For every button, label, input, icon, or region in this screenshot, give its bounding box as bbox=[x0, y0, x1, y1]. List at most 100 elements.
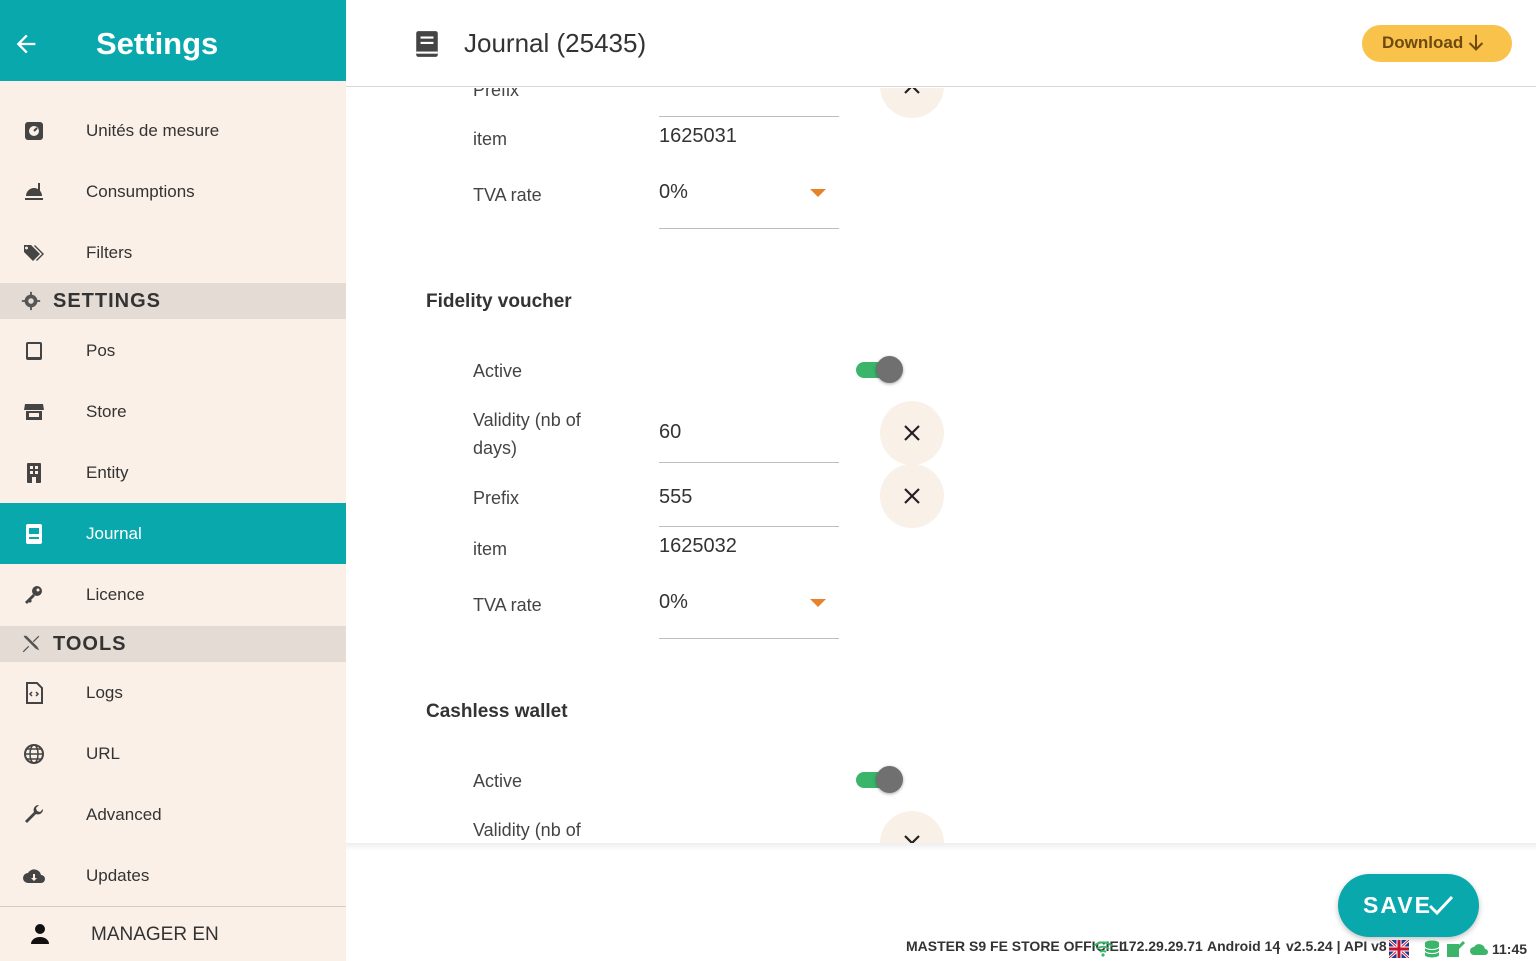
close-icon bbox=[904, 835, 920, 843]
clear-prefix-button[interactable] bbox=[880, 464, 944, 528]
section-cashless-wallet: Cashless wallet bbox=[426, 701, 568, 722]
building-icon bbox=[27, 462, 41, 483]
item-label: item bbox=[473, 129, 508, 149]
sidebar-item-store[interactable]: Store bbox=[0, 381, 346, 442]
prefix-field-partial[interactable] bbox=[659, 88, 839, 118]
wrench-icon bbox=[25, 804, 44, 823]
bottom-separator bbox=[346, 843, 1536, 851]
validity-days-input[interactable]: 60 bbox=[659, 421, 839, 463]
tablet-icon bbox=[26, 341, 42, 360]
cashless-active-toggle[interactable] bbox=[856, 766, 904, 794]
sidebar-item-label: URL bbox=[86, 743, 121, 763]
section-label: SETTINGS bbox=[53, 290, 162, 312]
book-icon bbox=[416, 31, 438, 57]
ip-address: 172.29.29.71 bbox=[1121, 938, 1203, 954]
sidebar: Settings Unités de mesure Consumptions F… bbox=[0, 0, 346, 961]
fidelity-active-toggle[interactable] bbox=[856, 356, 904, 384]
close-icon bbox=[904, 88, 920, 94]
page-title: Journal (25435) bbox=[464, 28, 647, 58]
user-name: MANAGER EN bbox=[91, 924, 219, 945]
sidebar-item-label: Entity bbox=[86, 462, 129, 482]
sidebar-item-label: Journal bbox=[86, 523, 142, 543]
sidebar-item-entity[interactable]: Entity bbox=[0, 442, 346, 503]
validity-label: Validity (nb of days) bbox=[473, 410, 581, 458]
store-icon bbox=[24, 403, 44, 420]
active-label: Active bbox=[473, 771, 523, 791]
sidebar-item-filters[interactable]: Filters bbox=[0, 222, 346, 283]
app-version: v2.5.24 | API v8 bbox=[1286, 938, 1387, 954]
globe-icon bbox=[24, 743, 44, 764]
sidebar-item-pos[interactable]: Pos bbox=[0, 320, 346, 381]
journal-icon bbox=[26, 523, 42, 544]
separator-text: | bbox=[1276, 938, 1280, 954]
sidebar-item-label: Advanced bbox=[86, 804, 162, 824]
sidebar-title: Settings bbox=[96, 26, 219, 61]
clear-validity-button[interactable] bbox=[880, 811, 944, 843]
journal-form: Prefix item 1625031 TVA rate 0% Fidelity… bbox=[346, 88, 1536, 843]
file-code-icon bbox=[26, 681, 43, 704]
database-icon bbox=[1424, 940, 1440, 958]
download-button[interactable]: Download bbox=[1362, 25, 1512, 62]
sidebar-item-label: Updates bbox=[86, 865, 150, 885]
sidebar-header: Settings bbox=[0, 0, 346, 81]
uk-flag-icon bbox=[1389, 940, 1409, 958]
arrow-down-icon bbox=[1468, 34, 1484, 51]
save-button[interactable]: SAVE bbox=[1338, 874, 1479, 937]
sidebar-item-label: Licence bbox=[86, 584, 145, 604]
close-icon bbox=[904, 488, 920, 504]
top-bar: Journal (25435) Download bbox=[346, 0, 1536, 87]
sidebar-item-advanced[interactable]: Advanced bbox=[0, 784, 346, 845]
sidebar-item-label: Filters bbox=[86, 242, 133, 262]
clear-prefix-button[interactable] bbox=[880, 88, 944, 118]
prefix-input[interactable]: 555 bbox=[659, 486, 839, 528]
sidebar-item-label: Store bbox=[86, 401, 127, 421]
prefix-label: Prefix bbox=[473, 488, 520, 508]
tools-icon bbox=[22, 635, 40, 653]
section-fidelity-voucher: Fidelity voucher bbox=[426, 291, 572, 312]
gear-icon bbox=[21, 291, 41, 311]
dropdown-arrow-icon bbox=[810, 599, 826, 607]
download-label: Download bbox=[1382, 33, 1464, 52]
cloud-icon bbox=[1470, 944, 1488, 955]
section-tools: TOOLS bbox=[0, 626, 346, 662]
sidebar-item-units[interactable]: Unités de mesure bbox=[0, 100, 346, 161]
sidebar-item-journal[interactable]: Journal bbox=[0, 503, 346, 564]
user-profile[interactable]: MANAGER EN bbox=[0, 907, 346, 961]
tva-rate-label: TVA rate bbox=[473, 185, 542, 205]
back-arrow-icon[interactable] bbox=[12, 30, 40, 58]
item-value: 1625031 bbox=[659, 125, 737, 147]
checkmark-icon bbox=[1428, 895, 1454, 916]
sidebar-item-licence[interactable]: Licence bbox=[0, 564, 346, 625]
item-value: 1625032 bbox=[659, 535, 737, 557]
clock: 11:45 bbox=[1492, 941, 1528, 957]
dropdown-arrow-icon bbox=[810, 189, 826, 197]
tva-rate-select[interactable]: 0% bbox=[659, 181, 839, 231]
clear-validity-button[interactable] bbox=[880, 401, 944, 465]
sidebar-item-url[interactable]: URL bbox=[0, 723, 346, 784]
tva-rate-select[interactable]: 0% bbox=[659, 591, 839, 641]
active-label: Active bbox=[473, 361, 523, 381]
key-icon bbox=[25, 585, 42, 604]
prefix-label-partial: Prefix bbox=[473, 88, 520, 100]
save-label: SAVE bbox=[1363, 892, 1432, 918]
sidebar-item-updates[interactable]: Updates bbox=[0, 845, 346, 906]
sync-icon bbox=[1447, 940, 1466, 957]
tva-rate-label: TVA rate bbox=[473, 595, 542, 615]
sidebar-item-label: Consumptions bbox=[86, 181, 195, 201]
gauge-icon bbox=[25, 121, 43, 140]
sidebar-item-label: Pos bbox=[86, 340, 116, 360]
sidebar-item-logs[interactable]: Logs bbox=[0, 662, 346, 723]
validity-label: Validity (nb of bbox=[473, 820, 581, 840]
item-label: item bbox=[473, 539, 508, 559]
wifi-icon bbox=[1093, 941, 1113, 957]
sidebar-item-consumptions[interactable]: Consumptions bbox=[0, 161, 346, 222]
person-icon bbox=[31, 924, 49, 944]
food-icon bbox=[25, 182, 43, 200]
close-icon bbox=[904, 425, 920, 441]
sidebar-item-label: Unités de mesure bbox=[86, 120, 220, 140]
cloud-download-icon bbox=[23, 868, 45, 883]
section-label: TOOLS bbox=[53, 633, 127, 655]
tags-icon bbox=[24, 244, 44, 261]
sidebar-item-label: Logs bbox=[86, 682, 123, 702]
android-version: Android 14 bbox=[1207, 938, 1281, 954]
